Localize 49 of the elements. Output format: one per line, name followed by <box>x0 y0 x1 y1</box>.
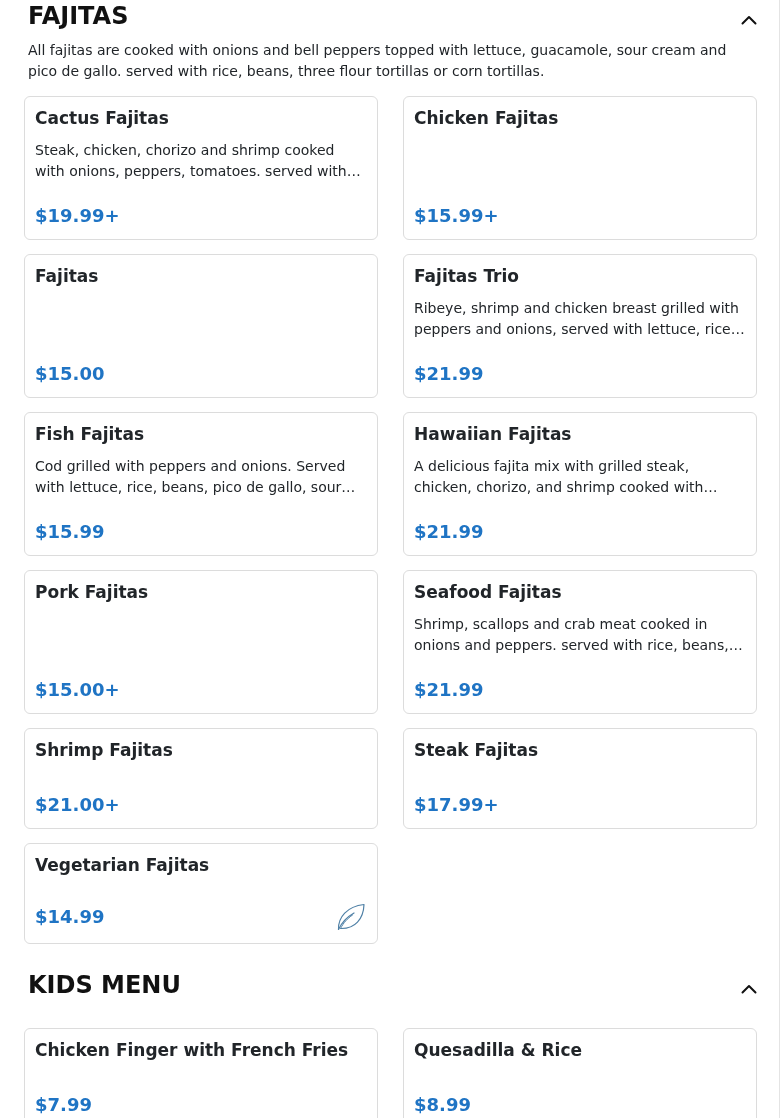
item-name: Fish Fajitas <box>35 422 146 445</box>
section-heading: FAJITAS <box>28 2 129 31</box>
item-description: Cod grilled with peppers and onions. Served with lettuce, rice, beans, pico de gallo, sour… <box>35 456 357 497</box>
item-description: Steak, chicken, chorizo and shrimp cooked with onions, peppers, tomatoes. served with… <box>35 140 362 181</box>
item-name: Quesadilla & Rice <box>414 1038 583 1061</box>
item-name: Cactus Fajitas <box>35 106 170 129</box>
item-name: Shrimp Fajitas <box>35 738 174 761</box>
item-name: Chicken Finger with French Fries <box>35 1038 350 1061</box>
item-price: $15.99+ <box>414 203 499 228</box>
menu-item-card[interactable]: Hawaiian Fajitas A delicious fajita mix with grilled steak, chicken, chorizo, and shrimp cooked with… $21.99 <box>403 411 757 556</box>
menu-item-card[interactable]: Fish Fajitas Cod grilled with peppers and onions. Served with lettuce, rice, beans, pico de gallo, sour… $15.99 <box>24 411 378 556</box>
menu-item-card[interactable]: Seafood Fajitas Shrimp, scallops and crab meat cooked in onions and peppers. served with rice, beans,… $21.99 <box>403 569 757 714</box>
item-price: $15.00 <box>35 361 105 386</box>
item-name: Pork Fajitas <box>35 580 150 603</box>
item-price: $15.00+ <box>35 677 120 702</box>
item-name: Vegetarian Fajitas <box>35 853 211 876</box>
menu-item-card[interactable]: Vegetarian Fajitas $14.99 <box>24 842 378 944</box>
item-description: A delicious fajita mix with grilled steak, chicken, chorizo, and shrimp cooked with… <box>414 456 719 497</box>
chevron-up-icon[interactable] <box>741 15 757 26</box>
item-name: Fajitas <box>35 264 100 287</box>
item-price: $15.99 <box>35 519 105 544</box>
item-description: Shrimp, scallops and crab meat cooked in onions and peppers. served with rice, beans,… <box>414 614 744 655</box>
item-name: Fajitas Trio <box>414 264 520 287</box>
item-price: $21.00+ <box>35 792 120 817</box>
menu-item-card[interactable]: Shrimp Fajitas $21.00+ <box>24 727 378 829</box>
item-price: $21.99 <box>414 677 484 702</box>
menu-item-card[interactable]: Pork Fajitas $15.00+ <box>24 569 378 714</box>
item-price: $17.99+ <box>414 792 499 817</box>
item-name: Hawaiian Fajitas <box>414 422 573 445</box>
section-description: All fajitas are cooked with onions and bell peppers topped with lettuce, guacamole, sour cream and pico de gallo. served with rice, beans, three flour tortillas or corn tortillas. <box>27 40 728 81</box>
item-name: Seafood Fajitas <box>414 580 563 603</box>
item-price: $14.99 <box>35 904 105 929</box>
item-price: $21.99 <box>414 361 484 386</box>
menu-item-card[interactable]: Fajitas $15.00 <box>24 253 378 398</box>
menu-item-card[interactable]: Quesadilla & Rice $8.99 <box>403 1027 757 1118</box>
item-name: Chicken Fajitas <box>414 106 560 129</box>
item-price: $8.99 <box>414 1092 471 1117</box>
menu-item-card[interactable]: Fajitas Trio Ribeye, shrimp and chicken breast grilled with peppers and onions, served with lettuce, rice… $21.99 <box>403 253 757 398</box>
item-price: $7.99 <box>35 1092 92 1117</box>
menu-item-card[interactable]: Chicken Finger with French Fries $7.99 <box>24 1027 378 1118</box>
item-description: Ribeye, shrimp and chicken breast grilled with peppers and onions, served with lettuce, rice… <box>414 298 746 339</box>
menu-item-card[interactable]: Chicken Fajitas $15.99+ <box>403 95 757 240</box>
item-price: $21.99 <box>414 519 484 544</box>
item-name: Steak Fajitas <box>414 738 540 761</box>
item-price: $19.99+ <box>35 203 120 228</box>
menu-item-card[interactable]: Cactus Fajitas Steak, chicken, chorizo and shrimp cooked with onions, peppers, tomatoes. served with… $19.99+ <box>24 95 378 240</box>
chevron-up-icon[interactable] <box>741 984 757 995</box>
menu-item-card[interactable]: Steak Fajitas $17.99+ <box>403 727 757 829</box>
section-heading: KIDS MENU <box>28 970 181 1000</box>
